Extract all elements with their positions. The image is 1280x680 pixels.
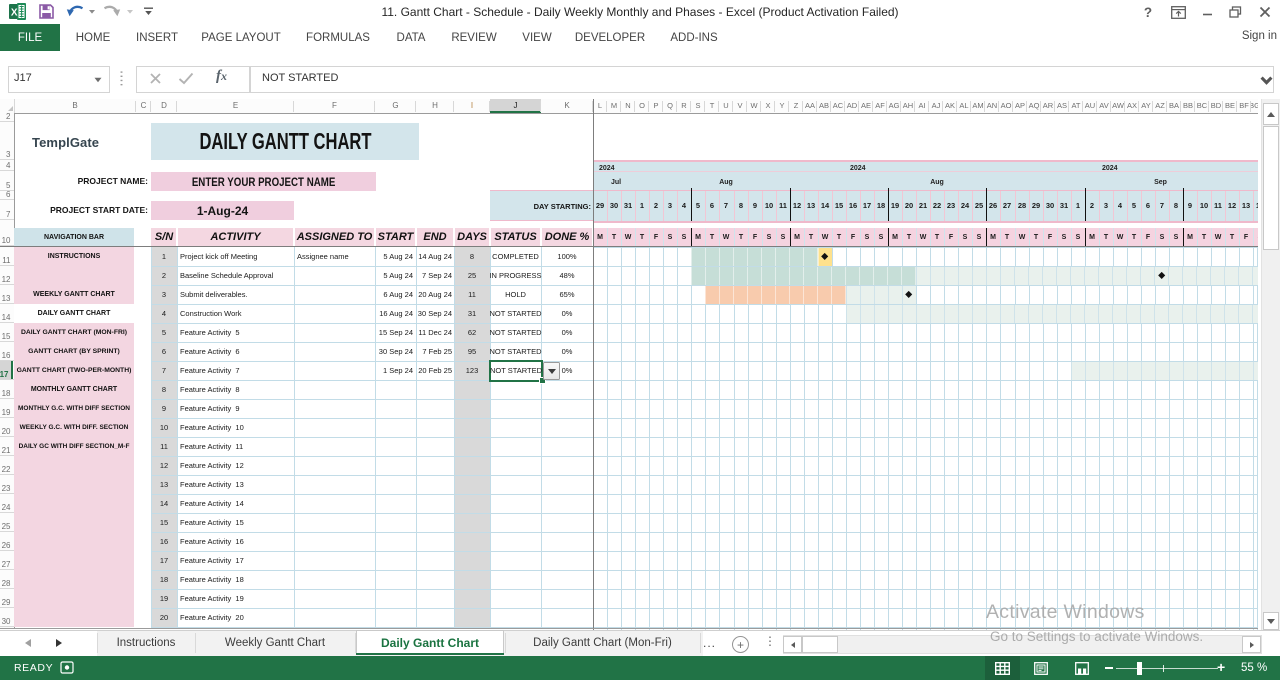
svg-text:X: X <box>11 8 18 19</box>
